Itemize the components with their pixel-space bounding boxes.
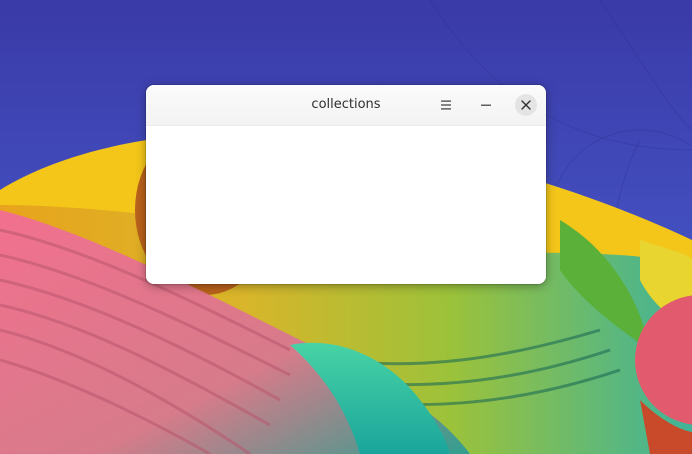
minimize-icon — [481, 104, 491, 106]
close-button[interactable] — [515, 94, 537, 116]
headerbar[interactable]: collections — [146, 85, 546, 126]
menu-button[interactable] — [435, 94, 457, 116]
hamburger-menu-icon — [441, 100, 451, 110]
desktop: collections — [0, 0, 692, 454]
app-window: collections — [146, 85, 546, 284]
close-icon — [521, 100, 531, 110]
minimize-button[interactable] — [475, 94, 497, 116]
window-content — [146, 126, 546, 284]
